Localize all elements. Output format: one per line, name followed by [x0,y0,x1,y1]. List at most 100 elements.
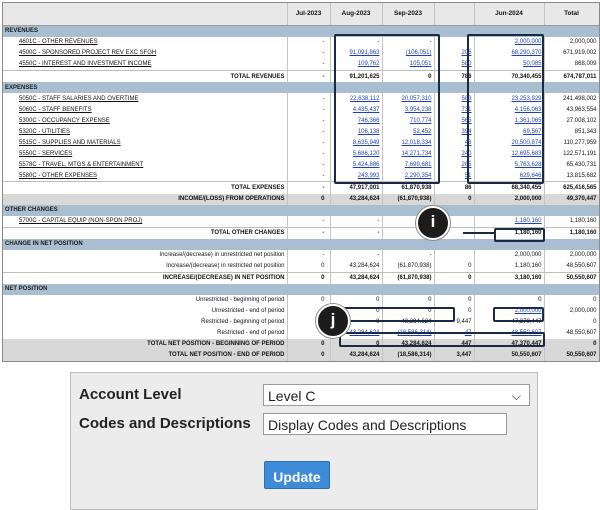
cell-sep[interactable]: 2,290,354 [382,170,435,182]
cell-collapsed[interactable]: 565 [434,115,475,127]
drilldown-link[interactable]: 731 [461,107,471,113]
drilldown-link[interactable]: 52,452 [413,129,431,135]
drilldown-link[interactable]: 2,000,000 [515,308,542,314]
drilldown-link[interactable]: 240 [461,151,471,157]
drilldown-link[interactable]: 48 [465,140,472,146]
cell-collapsed[interactable]: 48 [434,137,475,149]
cell-jun[interactable]: 12,695,683 [474,148,545,160]
row-label[interactable]: 5060C - STAFF BENEFITS [3,104,288,116]
cell-jun[interactable]: 4,156,063 [474,104,545,116]
cell-sep[interactable]: 20,057,310 [382,93,435,105]
drilldown-link[interactable]: 22,638,112 [350,96,380,102]
cell-sep[interactable]: 12,018,334 [382,137,435,149]
update-button[interactable]: Update [264,461,330,489]
cell-sep[interactable]: (106,051) [382,48,435,60]
drilldown-link[interactable]: 5,763,628 [515,162,542,168]
row-label[interactable]: 5550C - SERVICES [3,148,288,160]
drilldown-link[interactable]: 5,686,120 [353,151,380,157]
drilldown-link[interactable]: 565 [461,118,471,124]
drilldown-link[interactable]: 7,699,681 [405,162,432,168]
cell-jun[interactable]: 629,646 [474,170,545,182]
drilldown-link[interactable]: 580 [461,61,471,67]
row-label[interactable]: 5320C - UTILITIES [3,126,288,138]
drilldown-link[interactable]: 47 [465,330,472,336]
drilldown-link[interactable]: 394 [461,129,471,135]
cell-collapsed[interactable]: 394 [434,126,475,138]
row-label[interactable]: 5050C - STAFF SALARIES AND OVERTIME [3,93,288,105]
drilldown-link[interactable]: 1,361,065 [515,118,542,124]
cell-collapsed[interactable]: 206 [434,48,475,60]
cell-aug[interactable]: 106,138 [330,126,383,138]
cell-jun[interactable]: 48,550,607 [474,327,545,339]
drilldown-link[interactable]: 746,366 [358,118,380,124]
drilldown-link[interactable]: 2,000,000 [515,39,542,45]
drilldown-link[interactable]: 20,500,874 [511,140,541,146]
cell-collapsed[interactable]: 47 [434,327,475,339]
cell-jun[interactable]: 20,500,874 [474,137,545,149]
cell-collapsed[interactable]: 265 [434,159,475,171]
cell-collapsed[interactable]: 583 [434,93,475,105]
cell-sep[interactable]: 710,774 [382,115,435,127]
cell-jun[interactable]: 1,180,160 [474,215,545,228]
cell-collapsed[interactable]: 240 [434,148,475,160]
row-label[interactable]: 5300C - OCCUPANCY EXPENSE [3,115,288,127]
drilldown-link[interactable]: 583 [461,96,471,102]
cell-jun[interactable]: 69,567 [474,126,545,138]
cell-sep[interactable]: 52,452 [382,126,435,138]
cell-jun[interactable]: 5,763,628 [474,159,545,171]
cell-sep[interactable]: (18,586,314) [382,327,435,339]
cell-collapsed[interactable]: 580 [434,59,475,71]
cell-jun[interactable]: 2,000,000 [474,37,545,49]
drilldown-link[interactable]: 43,284,624 [349,330,379,336]
drilldown-link[interactable]: 68,290,370 [511,50,541,56]
drilldown-link[interactable]: 14,271,734 [401,151,431,157]
drilldown-link[interactable]: 2,290,354 [405,173,432,179]
drilldown-link[interactable]: 710,774 [410,118,432,124]
cell-jun[interactable]: 50,085 [474,59,545,71]
cell-sep[interactable]: 14,271,734 [382,148,435,160]
drilldown-link[interactable]: 3,954,238 [405,107,432,113]
drilldown-link[interactable]: 243,993 [358,173,380,179]
cell-aug[interactable]: 243,993 [330,170,383,182]
row-label[interactable]: 4550C - INTEREST AND INVESTMENT INCOME [3,59,288,71]
drilldown-link[interactable]: (18,586,314) [397,330,431,336]
cell-aug[interactable]: 109,762 [330,59,383,71]
drilldown-link[interactable]: 265 [461,162,471,168]
drilldown-link[interactable]: 50,085 [523,61,541,67]
drilldown-link[interactable]: 5,424,886 [353,162,380,168]
drilldown-link[interactable]: 629,646 [520,173,542,179]
row-label[interactable]: 5578C - TRAVEL, MTGS & ENTERTAINMENT [3,159,288,171]
drilldown-link[interactable]: 12,695,683 [511,151,541,157]
drilldown-link[interactable]: 109,762 [358,61,380,67]
drilldown-link[interactable]: 51 [465,173,472,179]
drilldown-link[interactable]: 12,018,334 [401,140,431,146]
row-label[interactable]: 4500C - SPONSORED PROJECT REV EXC SFGH [3,48,288,60]
account-level-select[interactable]: Level C ⌵ [263,384,530,406]
drilldown-link[interactable]: 91,091,863 [349,50,379,56]
drilldown-link[interactable]: 1,180,160 [515,218,542,224]
codes-descriptions-select[interactable]: Display Codes and Descriptions [263,413,507,435]
cell-jun[interactable]: 23,253,929 [474,93,545,105]
cell-jun[interactable]: 68,290,370 [474,48,545,60]
drilldown-link[interactable]: 8,635,949 [353,140,380,146]
drilldown-link[interactable]: 20,057,310 [401,96,431,102]
drilldown-link[interactable]: 23,253,929 [511,96,541,102]
cell-sep[interactable]: 3,954,238 [382,104,435,116]
drilldown-link[interactable]: 69,567 [523,129,541,135]
cell-aug[interactable]: 5,424,886 [330,159,383,171]
cell-collapsed[interactable]: 51 [434,170,475,182]
drilldown-link[interactable]: (106,051) [406,50,432,56]
cell-sep[interactable]: 105,051 [382,59,435,71]
cell-collapsed[interactable]: 731 [434,104,475,116]
cell-aug[interactable]: 91,091,863 [330,48,383,60]
row-label[interactable]: 4601C - OTHER REVENUES [3,37,288,49]
cell-aug[interactable]: 22,638,112 [330,93,383,105]
drilldown-link[interactable]: 4,156,063 [515,107,542,113]
drilldown-link[interactable]: 105,051 [410,61,432,67]
drilldown-link[interactable]: 48,550,607 [511,330,541,336]
cell-aug[interactable]: 746,366 [330,115,383,127]
row-label[interactable]: 5515C - SUPPLIES AND MATERIALS [3,137,288,149]
cell-sep[interactable]: 7,699,681 [382,159,435,171]
row-label[interactable]: 5580C - OTHER EXPENSES [3,170,288,182]
cell-jun[interactable]: 1,361,065 [474,115,545,127]
